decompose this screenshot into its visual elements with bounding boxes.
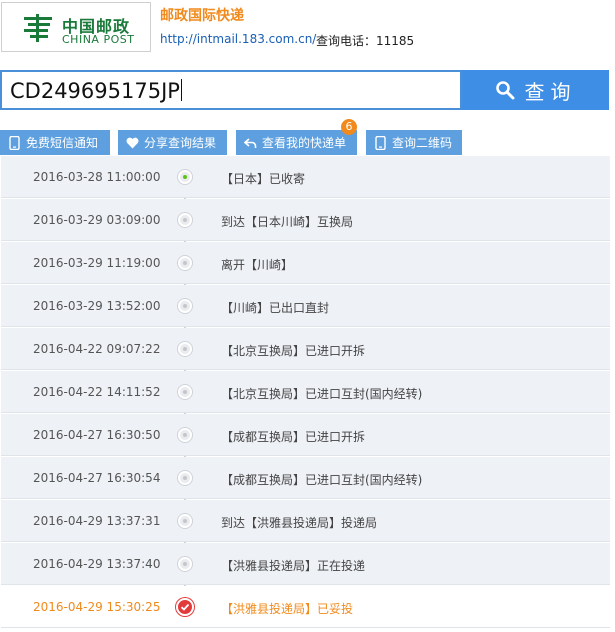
- tracking-row: 2016-04-29 15:30:25 【洪雅县投递局】已妥投: [1, 586, 610, 628]
- tracking-row: 2016-03-28 11:00:00 【日本】已收寄: [1, 156, 610, 198]
- heart-icon: [126, 137, 139, 148]
- tracking-number-input[interactable]: CD249695175JP: [0, 70, 462, 110]
- tracking-time: 2016-03-28 11:00:00: [33, 170, 161, 184]
- tracking-row: 2016-04-22 14:11:52 【北京互换局】已进口互封(国内经转): [1, 371, 610, 413]
- timeline-dot-icon: [178, 471, 192, 485]
- share-result-button[interactable]: 分享查询结果: [118, 130, 227, 155]
- china-post-emblem-icon: [24, 14, 52, 42]
- timeline-dot-icon: [178, 299, 192, 313]
- tracking-time: 2016-04-27 16:30:50: [33, 428, 161, 442]
- qrcode-label: 查询二维码: [392, 136, 453, 150]
- search-icon: [495, 81, 514, 100]
- tracking-number-value: CD249695175JP: [10, 79, 180, 103]
- brand-title: 邮政国际快递: [160, 8, 244, 24]
- tracking-time: 2016-04-29 15:30:25: [33, 600, 161, 614]
- tracking-list: 2016-03-28 11:00:00 【日本】已收寄 2016-03-29 03:…: [1, 156, 610, 632]
- sms-notify-button[interactable]: 免费短信通知: [0, 130, 110, 155]
- phone-icon: [9, 135, 20, 150]
- timeline-dot-icon: [178, 256, 192, 270]
- tracking-status: 【北京互换局】已进口互封(国内经转): [221, 387, 423, 401]
- tracking-row: 2016-03-29 03:09:00 到达【日本川崎】互换局: [1, 199, 610, 241]
- delivered-check-icon: [176, 598, 194, 616]
- tracking-time: 2016-03-29 03:09:00: [33, 213, 161, 227]
- action-toolbar: 免费短信通知 分享查询结果 查看我的快递单 查询二维码: [0, 130, 615, 155]
- timeline-dot-icon: [178, 342, 192, 356]
- tracking-time: 2016-04-22 09:07:22: [33, 342, 161, 356]
- tracking-status: 【洪雅县投递局】已妥投: [221, 602, 354, 616]
- tracking-status: 到达【洪雅县投递局】投递局: [221, 516, 378, 530]
- qrcode-button[interactable]: 查询二维码: [366, 130, 462, 155]
- my-shipments-button[interactable]: 查看我的快递单: [236, 130, 357, 155]
- timeline-dot-icon: [178, 385, 192, 399]
- tracking-status: 离开【川崎】: [221, 258, 294, 272]
- shipment-count-badge: 6: [341, 119, 357, 135]
- tracking-status: 到达【日本川崎】互换局: [221, 215, 354, 229]
- tracking-status: 【成都互换局】已进口互封(国内经转): [221, 473, 423, 487]
- tracking-row: 2016-03-29 11:19:00 离开【川崎】: [1, 242, 610, 284]
- search-button-label: 查询: [524, 79, 577, 104]
- tracking-time: 2016-04-22 14:11:52: [33, 385, 161, 399]
- tracking-status: 【成都互换局】已进口开拆: [221, 430, 366, 444]
- my-shipments-label: 查看我的快递单: [262, 136, 347, 150]
- tracking-row: 2016-04-29 13:37:40 【洪雅县投递局】正在投递: [1, 543, 610, 585]
- phone-icon: [375, 135, 386, 150]
- tracking-row: 2016-04-22 09:07:22 【北京互换局】已进口开拆: [1, 328, 610, 370]
- timeline-dot-icon: [178, 428, 192, 442]
- timeline-dot-icon: [178, 213, 192, 227]
- timeline-dot-icon: [178, 514, 192, 528]
- sms-notify-label: 免费短信通知: [26, 136, 99, 150]
- timeline-dot-icon: [178, 557, 192, 571]
- tracking-row: 2016-04-27 16:30:54 【成都互换局】已进口互封(国内经转): [1, 457, 610, 499]
- return-arrow-icon: [244, 137, 257, 148]
- tracking-row: 2016-03-29 13:52:00 【川崎】已出口直封: [1, 285, 610, 327]
- tracking-status: 【北京互换局】已进口开拆: [221, 344, 366, 358]
- tracking-row: 2016-04-27 16:30:50 【成都互换局】已进口开拆: [1, 414, 610, 456]
- site-header: 中国邮政 CHINA POST 邮政国际快递 http://intmail.18…: [0, 0, 615, 66]
- site-url-link[interactable]: http://intmail.183.com.cn/: [160, 32, 316, 46]
- tracking-time: 2016-04-29 13:37:40: [33, 557, 161, 571]
- tracking-status: 【川崎】已出口直封: [221, 301, 330, 315]
- tracking-time: 2016-04-29 13:37:31: [33, 514, 161, 528]
- china-post-logo[interactable]: 中国邮政 CHINA POST: [1, 2, 151, 52]
- tracking-time: 2016-04-27 16:30:54: [33, 471, 161, 485]
- tracking-time: 2016-03-29 11:19:00: [33, 256, 161, 270]
- tracking-status: 【日本】已收寄: [221, 172, 306, 186]
- share-result-label: 分享查询结果: [144, 136, 217, 150]
- tracking-row: 2016-04-29 13:37:31 到达【洪雅县投递局】投递局: [1, 500, 610, 542]
- text-caret: [180, 79, 182, 101]
- tracking-time: 2016-03-29 13:52:00: [33, 299, 161, 313]
- hotline-text: 查询电话：11185: [316, 34, 415, 48]
- logo-text-en: CHINA POST: [62, 33, 135, 46]
- search-button[interactable]: 查询: [462, 70, 609, 110]
- tracking-status: 【洪雅县投递局】正在投递: [221, 559, 366, 573]
- timeline-start-dot-icon: [178, 170, 192, 184]
